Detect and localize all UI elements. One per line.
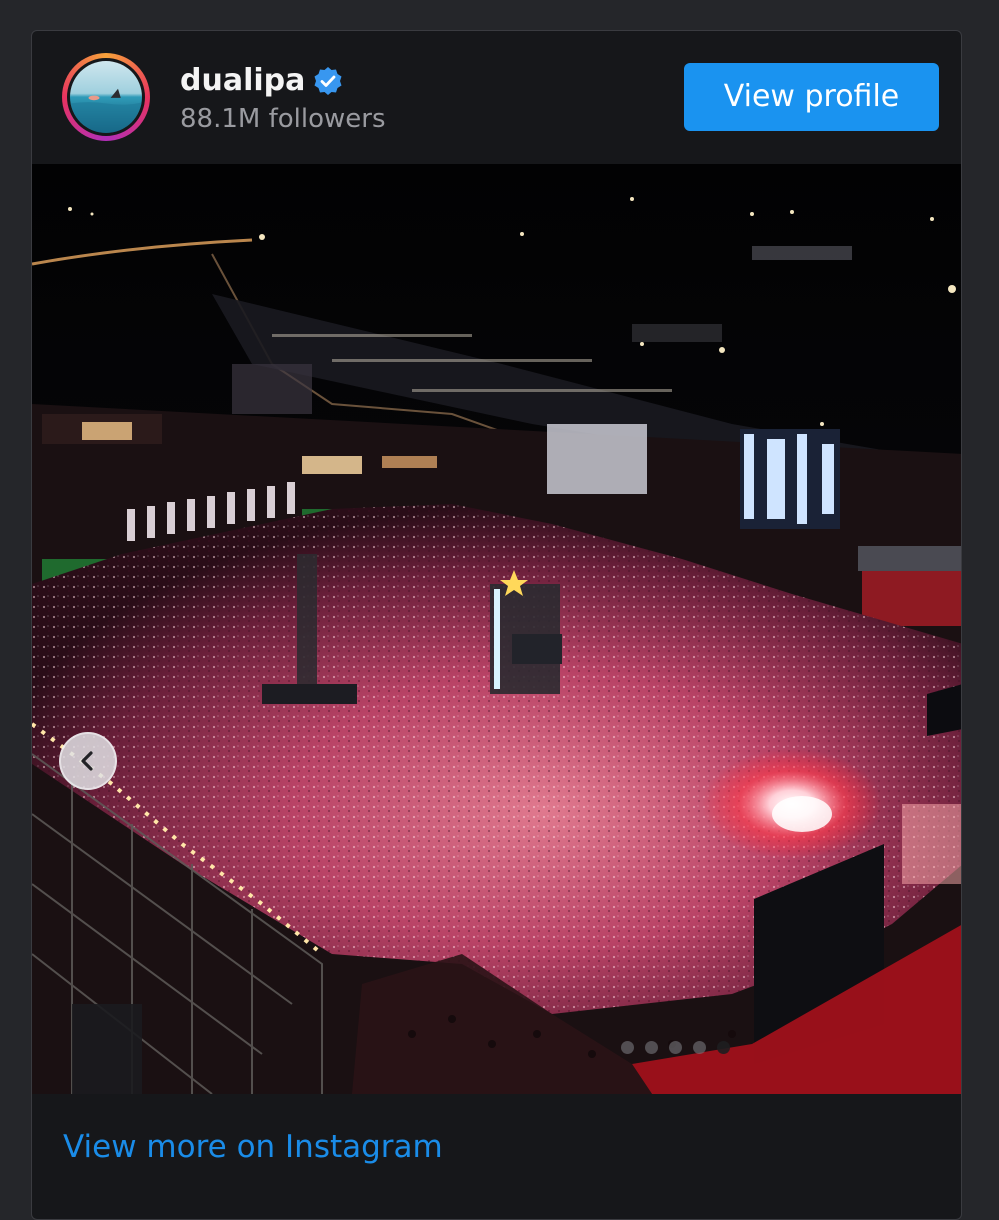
profile-photo-swimmer-icon	[70, 61, 142, 133]
concert-crowd-photo	[32, 164, 961, 1094]
view-profile-button[interactable]: View profile	[684, 63, 939, 131]
avatar-story-ring[interactable]	[62, 53, 150, 141]
carousel-dot	[645, 1041, 658, 1054]
chevron-left-icon	[81, 751, 93, 771]
carousel-dot	[621, 1041, 634, 1054]
instagram-embed-card: dualipa 88.1M followers View profile Vie…	[31, 30, 962, 1220]
verified-badge-icon	[314, 67, 342, 95]
carousel-dot-active	[717, 1041, 730, 1054]
carousel-indicator	[621, 1041, 730, 1057]
carousel-dot	[693, 1041, 706, 1054]
carousel-dot	[669, 1041, 682, 1054]
avatar[interactable]	[67, 58, 145, 136]
follower-count: 88.1M followers	[180, 104, 386, 134]
post-header: dualipa 88.1M followers View profile	[32, 31, 961, 164]
previous-slide-button[interactable]	[59, 732, 117, 790]
view-more-on-instagram-link[interactable]: View more on Instagram	[63, 1128, 443, 1166]
username[interactable]: dualipa	[180, 63, 305, 99]
post-photo[interactable]	[32, 164, 961, 1094]
